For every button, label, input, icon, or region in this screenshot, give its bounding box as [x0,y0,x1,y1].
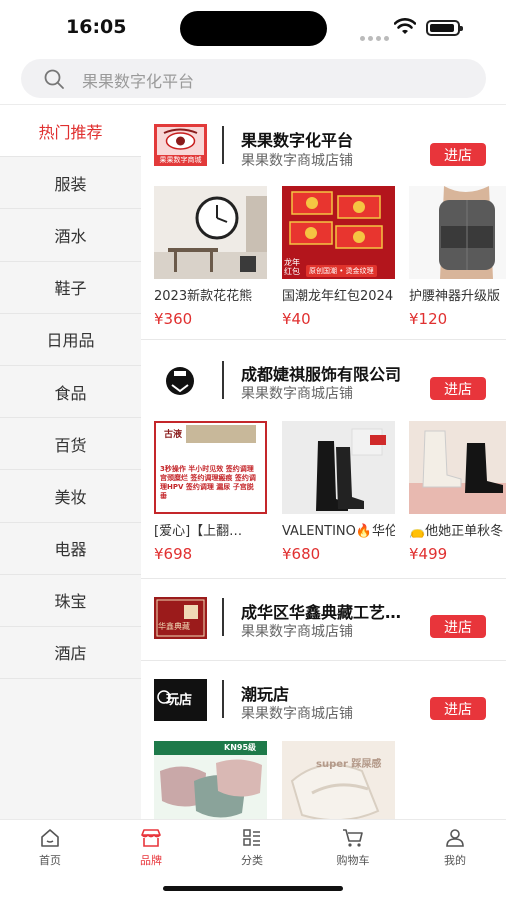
battery-icon [426,20,463,36]
product-image-slippers: super 踩屎感 [282,741,395,819]
store-logo[interactable]: 果果数字商城 [154,124,207,166]
product-card[interactable]: super 踩屎感 [282,741,395,819]
product-card[interactable]: 古液 3秒操作 半小时见效 签约调理宫颈糜烂 签约调理瘢痕 签约调理HPV 签约… [154,421,267,563]
product-card[interactable]: 龙年红包 原创国潮 • 烫金纹理 国潮龙年红包2024 ¥40 [282,186,395,328]
product-price: ¥360 [154,310,193,328]
store-logo-text: 玩店 [166,693,193,708]
store-name[interactable]: 潮玩店 [241,681,289,705]
signal-icon [360,26,392,45]
divider [141,660,506,661]
enter-store-button[interactable]: 进店 [430,377,486,400]
store-logo-text: 华鑫典藏 [158,622,190,631]
status-bar: 16:05 [0,0,506,56]
divider [222,126,224,164]
store-subtitle: 果果数字商城店铺 [241,706,353,722]
search-icon [44,69,64,89]
tab-cart[interactable]: 购物车 [313,828,393,868]
sidebar-item-hot[interactable]: 热门推荐 [0,105,141,158]
cart-icon [343,829,363,847]
store-logo[interactable]: 玩店 [154,679,207,721]
sidebar-item-daily[interactable]: 日用品 [0,314,141,366]
enter-store-button[interactable]: 进店 [430,615,486,638]
product-card[interactable]: 2023新款花花熊 ¥360 [154,186,267,328]
sidebar-item-beauty[interactable]: 美妆 [0,470,141,523]
store-list: 果果数字商城 果果数字化平台 果果数字商城店铺 进店 2023新款花花熊 ¥36… [141,105,506,819]
enter-store-button[interactable]: 进店 [430,697,486,720]
badge-text: 原创国潮 • 烫金纹理 [306,265,377,277]
store-logo[interactable]: 华鑫典藏 [154,597,207,639]
sidebar-item-shoes[interactable]: 鞋子 [0,262,141,314]
divider [222,680,224,718]
store-logo-text: 果果数字商城 [159,156,202,164]
product-image-text: KN95级 [224,743,257,752]
sidebar-item-appliances[interactable]: 电器 [0,523,141,575]
product-image-text: 3秒操作 半小时见效 签约调理宫颈糜烂 签约调理瘢痕 签约调理HPV 签约调理 … [160,465,256,500]
product-title: 国潮龙年红包2024 [282,289,394,304]
product-image-text: super 踩屎感 [316,759,382,770]
store-logo[interactable] [154,361,207,403]
wifi-icon [394,18,416,34]
sidebar-item-jewelry[interactable]: 珠宝 [0,575,141,627]
divider [141,339,506,340]
enter-store-button[interactable]: 进店 [430,143,486,166]
product-card[interactable]: VALENTINO🔥华伦 ¥680 [282,421,395,563]
divider [222,598,224,636]
product-price: ¥40 [282,310,311,328]
product-title: 👝他她正单秋冬 [409,524,504,539]
tab-category[interactable]: 分类 [212,828,292,868]
dynamic-island [180,11,327,46]
sidebar-item-clothing[interactable]: 服装 [0,157,141,210]
product-image-kit: 古液 3秒操作 半小时见效 签约调理宫颈糜烂 签约调理瘢痕 签约调理HPV 签约… [154,421,267,514]
product-card[interactable]: 护腰神器升级版 ¥120 [409,186,506,328]
store-subtitle: 果果数字商城店铺 [241,624,353,640]
tab-mine[interactable]: 我的 [415,828,495,868]
product-image-ankle-boots [409,421,506,514]
sidebar-item-food[interactable]: 食品 [0,366,141,419]
product-card[interactable]: KN95级 [154,741,267,819]
tab-label: 品牌 [140,854,162,867]
search-bar[interactable]: 果果数字化平台 [21,59,486,98]
store-name[interactable]: 成华区华鑫典藏工艺… [241,599,436,623]
store-subtitle: 果果数字商城店铺 [241,386,353,402]
product-price: ¥120 [409,310,448,328]
sidebar-item-general[interactable]: 百货 [0,418,141,471]
sidebar-item-drinks[interactable]: 酒水 [0,209,141,262]
product-title: 护腰神器升级版 [409,289,501,304]
product-image-waist-belt [409,186,506,279]
product-image-clock [154,186,267,279]
divider [222,361,224,399]
badge-text: 龙年红包 [284,258,300,276]
product-price: ¥499 [409,545,448,563]
category-sidebar: 热门推荐 服装 酒水 鞋子 日用品 食品 百货 美妆 电器 珠宝 酒店 [0,105,141,819]
store-name[interactable]: 果果数字化平台 [241,127,353,151]
product-title: VALENTINO🔥华伦 [282,524,395,539]
tab-label: 分类 [241,854,263,867]
product-price: ¥680 [282,545,321,563]
tab-label: 首页 [39,854,61,867]
product-title: 2023新款花花熊 [154,289,253,304]
tab-label: 购物车 [336,854,370,867]
tab-label: 我的 [444,854,466,867]
product-title: [爱心]【上翻… [154,524,243,539]
status-time: 16:05 [66,16,127,38]
tab-home[interactable]: 首页 [10,828,90,868]
product-image-heading: 古液 [164,430,183,440]
product-image-boots [282,421,395,514]
product-card[interactable]: 👝他她正单秋冬 ¥499 [409,421,506,563]
divider [141,578,506,579]
product-image-red-envelope: 龙年红包 原创国潮 • 烫金纹理 [282,186,395,279]
store-icon [141,829,161,847]
home-icon [41,829,59,847]
product-image-masks: KN95级 [154,741,267,819]
search-placeholder: 果果数字化平台 [82,72,195,91]
store-name[interactable]: 成都婕祺服饰有限公司 [241,361,401,385]
product-price: ¥698 [154,545,193,563]
user-icon [446,829,464,847]
tab-brand[interactable]: 品牌 [111,828,191,868]
home-indicator [163,886,343,891]
category-icon [243,829,260,846]
store-subtitle: 果果数字商城店铺 [241,153,353,169]
sidebar-item-hotel[interactable]: 酒店 [0,627,141,680]
